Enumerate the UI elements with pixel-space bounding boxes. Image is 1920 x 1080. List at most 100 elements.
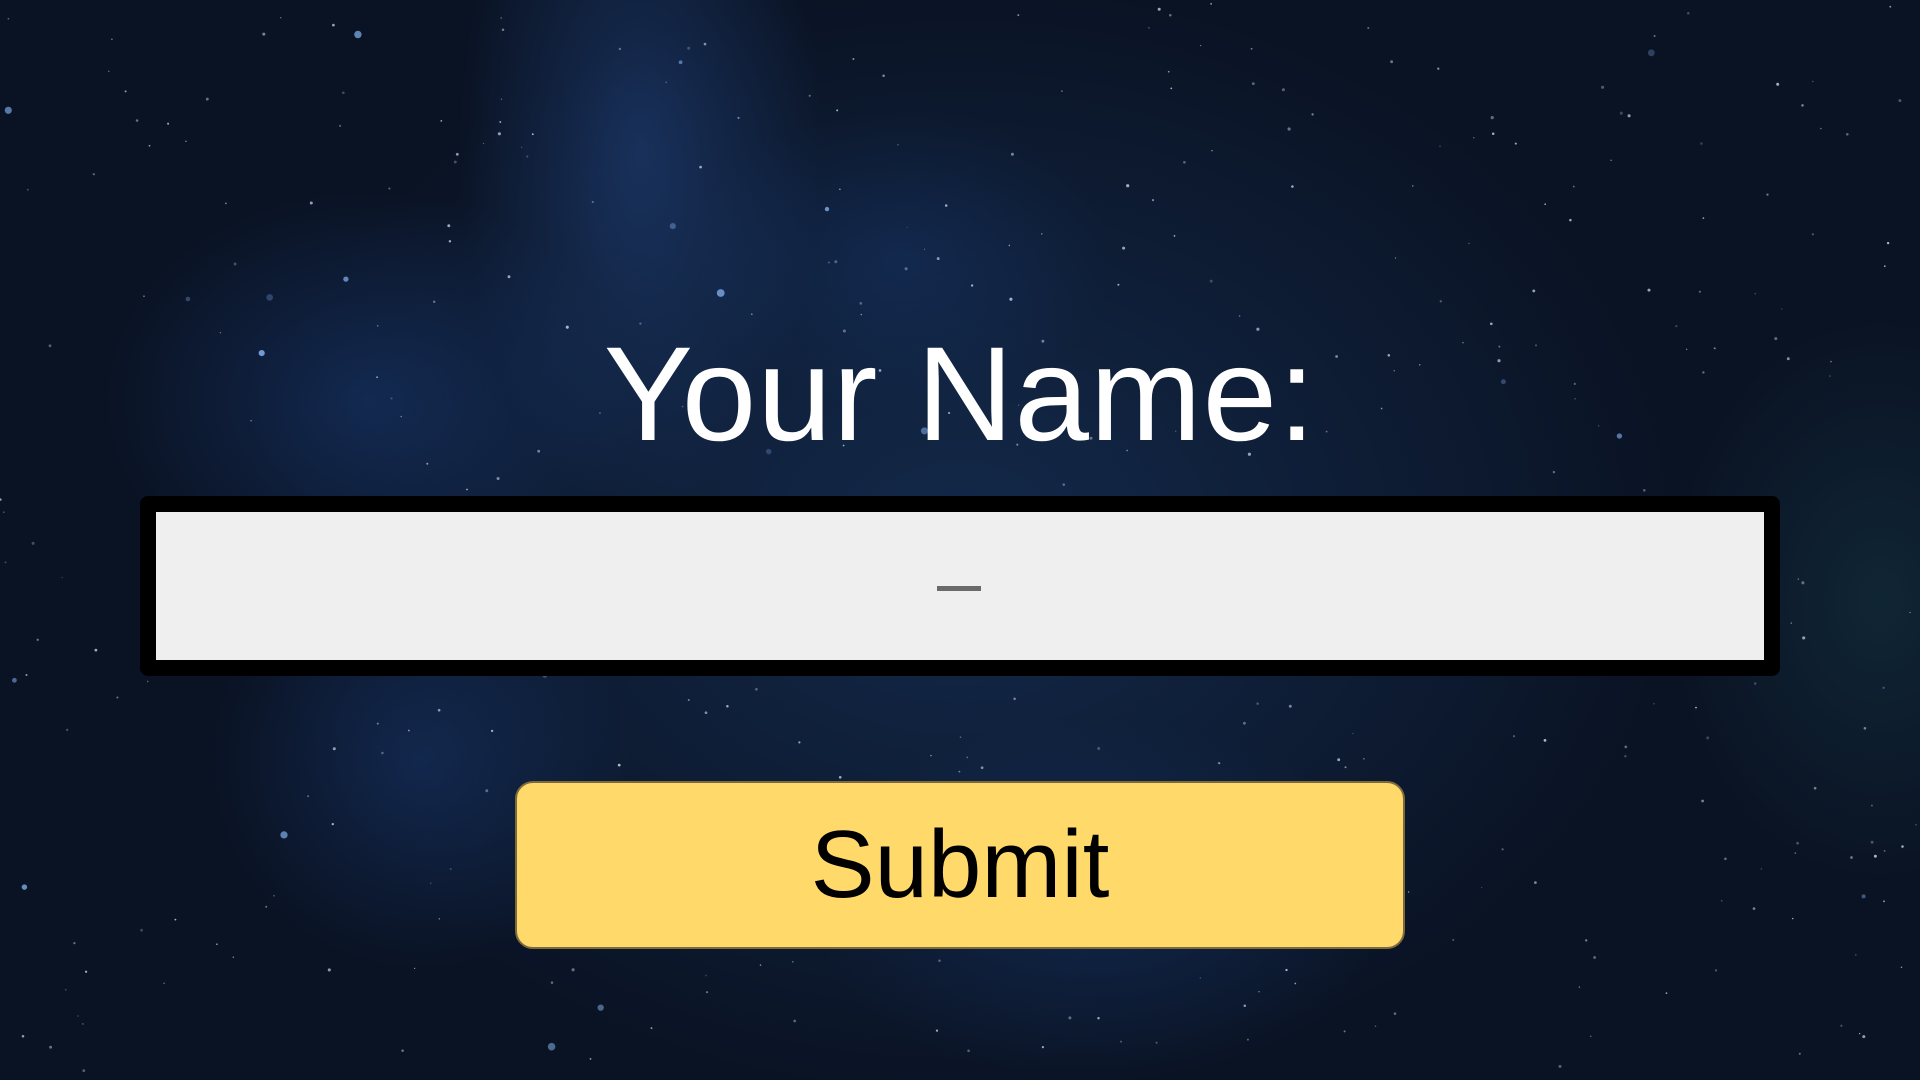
star bbox=[1883, 900, 1885, 903]
star bbox=[500, 17, 502, 19]
star bbox=[1151, 199, 1155, 202]
star bbox=[1490, 116, 1494, 120]
star bbox=[704, 711, 708, 715]
star bbox=[401, 1049, 404, 1052]
star bbox=[1170, 87, 1173, 90]
star bbox=[808, 94, 811, 97]
star bbox=[838, 775, 842, 779]
star bbox=[25, 673, 28, 677]
star bbox=[959, 736, 962, 738]
star bbox=[755, 687, 758, 691]
star bbox=[1665, 992, 1668, 994]
star bbox=[1258, 990, 1260, 993]
star bbox=[970, 284, 974, 287]
star bbox=[852, 57, 855, 61]
star bbox=[1643, 489, 1646, 492]
star bbox=[1653, 703, 1655, 705]
star bbox=[1097, 1016, 1100, 1020]
star bbox=[265, 905, 268, 908]
star bbox=[1256, 702, 1259, 705]
star bbox=[1287, 127, 1291, 131]
star bbox=[1754, 293, 1756, 295]
star bbox=[1776, 82, 1780, 86]
star bbox=[1915, 823, 1917, 826]
star bbox=[737, 116, 740, 119]
star bbox=[167, 122, 170, 125]
star bbox=[135, 119, 139, 122]
star bbox=[520, 146, 523, 148]
star bbox=[497, 132, 501, 136]
star bbox=[1343, 1030, 1346, 1033]
star bbox=[936, 257, 940, 261]
star bbox=[1544, 203, 1547, 206]
star bbox=[1801, 104, 1804, 107]
star bbox=[82, 1069, 86, 1072]
star bbox=[490, 729, 494, 733]
star bbox=[1558, 1064, 1562, 1068]
star bbox=[232, 956, 235, 958]
star bbox=[273, 895, 275, 897]
star bbox=[1291, 185, 1294, 188]
star bbox=[1610, 159, 1612, 162]
star bbox=[706, 991, 709, 994]
star bbox=[466, 488, 468, 491]
star bbox=[1794, 852, 1797, 855]
star bbox=[980, 766, 984, 770]
star bbox=[589, 1057, 592, 1060]
star bbox=[1211, 150, 1213, 152]
star bbox=[1393, 1012, 1397, 1015]
star bbox=[413, 967, 416, 970]
page-title: Your Name: bbox=[603, 320, 1317, 469]
star bbox=[233, 262, 237, 266]
star bbox=[1850, 856, 1853, 859]
star bbox=[1812, 80, 1814, 83]
star bbox=[4, 106, 12, 114]
star bbox=[759, 964, 762, 966]
star bbox=[1724, 857, 1727, 861]
star bbox=[1157, 7, 1161, 11]
star bbox=[1243, 721, 1246, 725]
star bbox=[897, 143, 899, 146]
star bbox=[1802, 636, 1806, 640]
star bbox=[148, 144, 151, 147]
star bbox=[1698, 290, 1701, 293]
star bbox=[64, 988, 67, 991]
star bbox=[1753, 682, 1757, 685]
star bbox=[750, 313, 753, 316]
star bbox=[433, 300, 436, 303]
star bbox=[1363, 757, 1365, 760]
star bbox=[36, 638, 39, 641]
star bbox=[77, 1015, 79, 1017]
star bbox=[341, 91, 345, 95]
star bbox=[1900, 966, 1903, 969]
star bbox=[1367, 26, 1370, 30]
star bbox=[1013, 697, 1016, 701]
star bbox=[1394, 257, 1397, 259]
star bbox=[453, 160, 457, 164]
star bbox=[966, 756, 969, 759]
star bbox=[343, 276, 349, 282]
star bbox=[92, 173, 95, 176]
star bbox=[1624, 755, 1627, 758]
star bbox=[1250, 47, 1253, 50]
star bbox=[1702, 217, 1705, 219]
star bbox=[339, 124, 342, 127]
star bbox=[1706, 736, 1710, 740]
star bbox=[388, 187, 391, 190]
star bbox=[793, 1019, 797, 1023]
star bbox=[1695, 706, 1697, 709]
star bbox=[7, 17, 10, 20]
star bbox=[792, 961, 794, 963]
star bbox=[827, 261, 830, 264]
star bbox=[1117, 283, 1120, 286]
submit-button[interactable]: Submit bbox=[515, 781, 1405, 949]
star bbox=[798, 741, 801, 744]
star bbox=[716, 289, 725, 297]
star bbox=[1512, 735, 1516, 738]
star bbox=[1720, 899, 1723, 902]
star bbox=[1439, 145, 1441, 148]
star bbox=[1534, 881, 1537, 884]
star bbox=[547, 1042, 556, 1051]
star bbox=[448, 240, 452, 243]
star bbox=[440, 120, 443, 122]
